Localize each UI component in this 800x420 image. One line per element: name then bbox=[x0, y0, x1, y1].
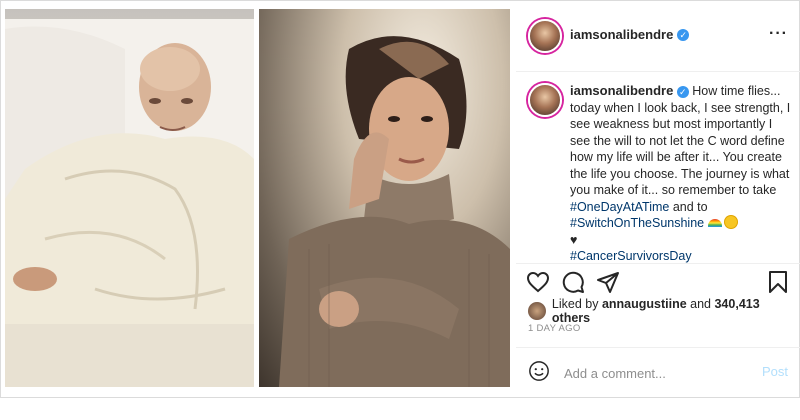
verified-icon: ✓ bbox=[676, 86, 689, 98]
comment-bar: Post bbox=[516, 347, 800, 398]
post-timestamp[interactable]: 1 DAY AGO bbox=[528, 323, 581, 334]
caption-body: How time flies... today when I look back… bbox=[570, 84, 791, 197]
post-side-panel: iamsonalibendre ✓ ··· iamsonalibendre ✓ … bbox=[516, 1, 800, 397]
verified-icon: ✓ bbox=[677, 28, 690, 41]
hashtag-link[interactable]: #CancerSurvivorsDay bbox=[570, 249, 692, 263]
instagram-post: iamsonalibendre ✓ ··· iamsonalibendre ✓ … bbox=[0, 0, 800, 398]
hashtag-link[interactable]: #SwitchOnTheSunshine bbox=[570, 216, 704, 230]
share-icon[interactable] bbox=[596, 270, 620, 294]
comment-input[interactable] bbox=[562, 362, 756, 384]
caption-avatar[interactable] bbox=[528, 83, 562, 117]
likes-row: Liked by annaugustiine and 340,413 other… bbox=[528, 297, 800, 325]
liker-avatar[interactable] bbox=[528, 302, 546, 320]
emoji-icon[interactable] bbox=[528, 360, 550, 382]
portrait-photo bbox=[259, 9, 510, 387]
post-header: iamsonalibendre ✓ ··· bbox=[516, 1, 800, 72]
hashtag-link[interactable]: #OneDayAtATime bbox=[570, 200, 669, 214]
likes-prefix: Liked by bbox=[551, 297, 602, 311]
heart-icon[interactable] bbox=[526, 270, 550, 294]
action-bar bbox=[516, 263, 800, 300]
post-comment-button[interactable]: Post bbox=[762, 364, 788, 379]
liker-username[interactable]: annaugustiine bbox=[602, 297, 687, 311]
likes-middle: and bbox=[686, 297, 715, 311]
hospital-photo bbox=[5, 9, 254, 387]
comment-icon[interactable] bbox=[561, 270, 585, 294]
username-link[interactable]: iamsonalibendre bbox=[570, 27, 673, 42]
post-media[interactable] bbox=[1, 1, 516, 397]
caption-section: iamsonalibendre ✓ How time flies... toda… bbox=[516, 71, 800, 263]
more-options-button[interactable]: ··· bbox=[769, 25, 788, 43]
caption-body-2: and to bbox=[669, 199, 708, 214]
header-user: iamsonalibendre ✓ bbox=[570, 27, 690, 42]
sun-emoji bbox=[725, 216, 738, 228]
avatar[interactable] bbox=[528, 19, 562, 53]
heart-emoji: ♥ bbox=[570, 232, 578, 247]
caption-username[interactable]: iamsonalibendre bbox=[570, 83, 673, 98]
bookmark-icon[interactable] bbox=[766, 270, 790, 294]
caption-text: iamsonalibendre ✓ How time flies... toda… bbox=[570, 83, 792, 265]
rainbow-emoji bbox=[707, 219, 722, 227]
